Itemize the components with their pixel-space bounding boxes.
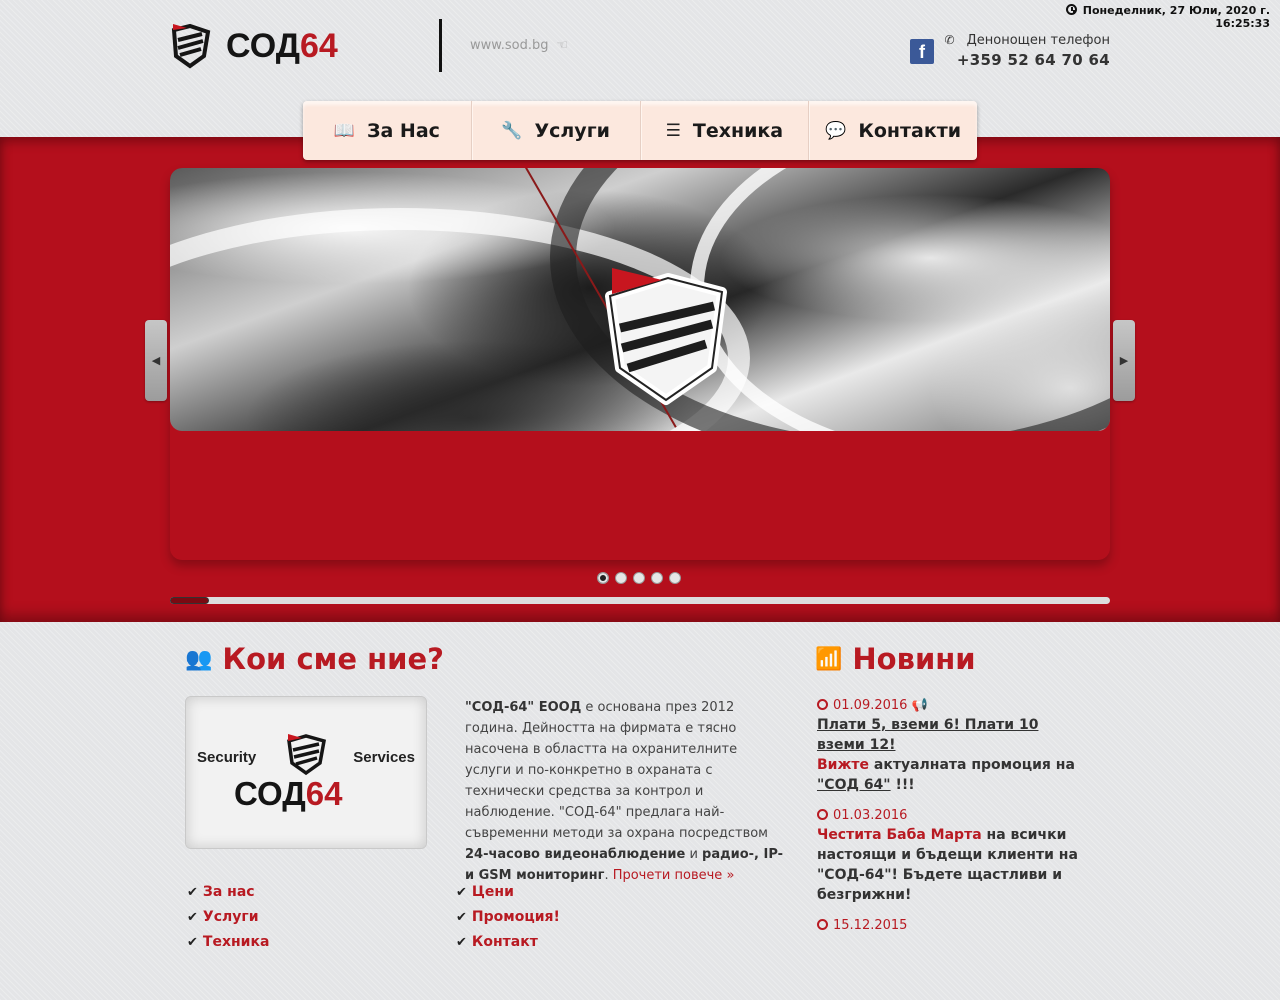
datetime-time: 16:25:33 [1215, 17, 1270, 30]
news-date: 15.12.2015 [833, 918, 908, 933]
datetime-date: Понеделник, 27 Юли, 2020 г. [1082, 4, 1270, 17]
calendar-check-icon [817, 919, 828, 930]
slider-progress-bar [170, 597, 1110, 604]
about-heading: 👥 Кои сме ние? [185, 642, 444, 676]
slider-prev-button[interactable]: ◀ [145, 320, 167, 401]
site-url: www.sod.bg ☜ [470, 38, 569, 53]
about-logo-box: Security Services СОД64 [185, 696, 427, 849]
nav-item-contacts[interactable]: 💬 Контакти [809, 101, 977, 160]
slider-next-button[interactable]: ▶ [1113, 320, 1135, 401]
clock-icon [1065, 4, 1077, 15]
check-icon: ✔ [187, 910, 198, 925]
slider-dot[interactable] [651, 572, 663, 584]
main-nav: 📖 За Нас 🔧 Услуги ☰ Техника 💬 Контакти [303, 101, 977, 160]
quick-link-promo[interactable]: ✔ Промоция! [456, 909, 560, 934]
quick-links-left: ✔ За нас ✔ Услуги ✔ Техника [187, 884, 269, 959]
news-item: 01.09.2016 📢 Плати 5, вземи 6! Плати 10 в… [817, 698, 1075, 793]
header-divider [439, 19, 442, 72]
server-icon: ☰ [665, 120, 681, 141]
quick-links-right: ✔ Цени ✔ Промоция! ✔ Контакт [456, 884, 560, 959]
book-icon: 📖 [333, 120, 355, 141]
quick-link-services[interactable]: ✔ Услуги [187, 909, 269, 934]
quick-link-equipment[interactable]: ✔ Техника [187, 934, 269, 959]
calendar-check-icon [817, 809, 828, 820]
quick-link-prices[interactable]: ✔ Цени [456, 884, 560, 909]
phone-number: +359 52 64 70 64 [956, 51, 1110, 69]
check-icon: ✔ [187, 885, 198, 900]
security-word: Security [197, 749, 257, 766]
site-logo[interactable]: СОД64 [170, 22, 375, 70]
slider-dot[interactable] [597, 572, 609, 584]
check-icon: ✔ [456, 885, 467, 900]
shield-icon [287, 734, 327, 776]
slider-dot[interactable] [615, 572, 627, 584]
brand-wordmark: СОД64 [226, 26, 338, 65]
hero-slider [170, 168, 1110, 560]
news-brand-link[interactable]: "СОД 64" [817, 777, 891, 793]
read-more-link[interactable]: Прочети повече » [613, 868, 735, 883]
slider-dot[interactable] [669, 572, 681, 584]
news-date: 01.09.2016 [833, 698, 908, 713]
quick-link-contact[interactable]: ✔ Контакт [456, 934, 560, 959]
phone-label: Денонощен телефон [966, 33, 1110, 48]
calendar-check-icon [817, 699, 828, 710]
shield-logo-icon [171, 23, 211, 69]
quick-link-about[interactable]: ✔ За нас [187, 884, 269, 909]
nav-item-equipment[interactable]: ☰ Техника [641, 101, 810, 160]
comment-icon: 💬 [825, 120, 847, 141]
check-icon: ✔ [456, 935, 467, 950]
wrench-icon: 🔧 [501, 120, 523, 141]
slider-dots [597, 572, 681, 584]
news-item: 01.03.2016 Честита Баба Марта на всички … [817, 808, 1078, 903]
facebook-icon[interactable]: f [910, 39, 934, 64]
news-date: 01.03.2016 [833, 808, 908, 823]
news-heading: 📶 Новини [815, 642, 976, 676]
news-item: 15.12.2015 [817, 917, 1082, 935]
nav-item-services[interactable]: 🔧 Услуги [472, 101, 641, 160]
current-datetime: Понеделник, 27 Юли, 2020 г. 16:25:33 [1065, 4, 1270, 30]
slide-image [170, 168, 1110, 431]
news-list: 01.09.2016 📢 Плати 5, вземи 6! Плати 10 в… [817, 697, 1082, 947]
slider-dot[interactable] [633, 572, 645, 584]
phone-icon: ✆ [944, 33, 955, 47]
news-highlight-link[interactable]: Честита Баба Марта [817, 827, 982, 843]
slide-shield-icon [605, 268, 727, 405]
services-word: Services [353, 749, 415, 766]
about-description: "СОД-64" ЕООД е основана през 2012 годин… [465, 700, 784, 883]
slider-progress-fill [170, 597, 210, 604]
pointing-hand-icon: ☜ [556, 38, 569, 53]
box-brand-wordmark: СОД64 [234, 775, 343, 812]
check-icon: ✔ [456, 910, 467, 925]
news-headline-link[interactable]: Плати 5, вземи 6! Плати 10 вземи 12! [817, 717, 1038, 753]
news-see-link[interactable]: Вижте [817, 757, 869, 773]
megaphone-icon: 📢 [911, 698, 928, 713]
check-icon: ✔ [187, 935, 198, 950]
rss-icon: 📶 [815, 647, 843, 672]
nav-item-about[interactable]: 📖 За Нас [303, 101, 472, 160]
phone-info: ✆ Денонощен телефон +359 52 64 70 64 [945, 33, 1110, 69]
users-icon: 👥 [185, 647, 213, 672]
